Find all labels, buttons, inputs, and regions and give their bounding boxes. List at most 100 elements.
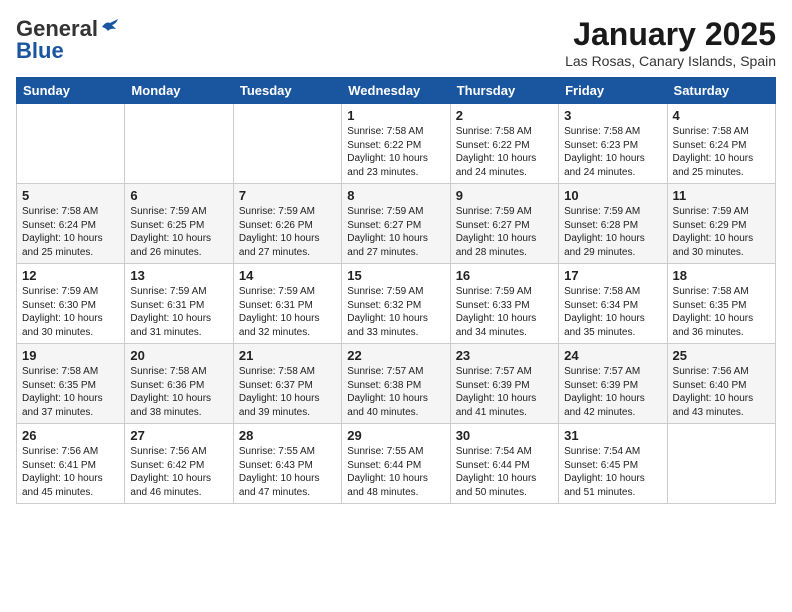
day-info: Sunrise: 7:59 AM Sunset: 6:26 PM Dayligh… <box>239 205 336 259</box>
day-number: 18 <box>673 268 770 283</box>
day-number: 17 <box>564 268 661 283</box>
day-info: Sunrise: 7:58 AM Sunset: 6:37 PM Dayligh… <box>239 365 336 419</box>
day-info: Sunrise: 7:56 AM Sunset: 6:42 PM Dayligh… <box>130 445 227 499</box>
weekday-header-monday: Monday <box>125 78 233 104</box>
calendar-cell: 9 Sunrise: 7:59 AM Sunset: 6:27 PM Daylig… <box>450 184 558 264</box>
day-info: Sunrise: 7:59 AM Sunset: 6:32 PM Dayligh… <box>347 285 444 339</box>
day-info: Sunrise: 7:59 AM Sunset: 6:33 PM Dayligh… <box>456 285 553 339</box>
day-info: Sunrise: 7:59 AM Sunset: 6:25 PM Dayligh… <box>130 205 227 259</box>
day-info: Sunrise: 7:56 AM Sunset: 6:40 PM Dayligh… <box>673 365 770 419</box>
day-info: Sunrise: 7:55 AM Sunset: 6:44 PM Dayligh… <box>347 445 444 499</box>
weekday-header-sunday: Sunday <box>17 78 125 104</box>
calendar-cell <box>125 104 233 184</box>
day-info: Sunrise: 7:58 AM Sunset: 6:22 PM Dayligh… <box>456 125 553 179</box>
calendar-cell: 27 Sunrise: 7:56 AM Sunset: 6:42 PM Dayli… <box>125 424 233 504</box>
page-header: General Blue January 2025 Las Rosas, Can… <box>16 16 776 69</box>
day-number: 26 <box>22 428 119 443</box>
day-number: 23 <box>456 348 553 363</box>
week-row-4: 19 Sunrise: 7:58 AM Sunset: 6:35 PM Dayli… <box>17 344 776 424</box>
day-number: 12 <box>22 268 119 283</box>
calendar-cell: 30 Sunrise: 7:54 AM Sunset: 6:44 PM Dayli… <box>450 424 558 504</box>
calendar-cell: 26 Sunrise: 7:56 AM Sunset: 6:41 PM Dayli… <box>17 424 125 504</box>
week-row-3: 12 Sunrise: 7:59 AM Sunset: 6:30 PM Dayli… <box>17 264 776 344</box>
day-info: Sunrise: 7:58 AM Sunset: 6:34 PM Dayligh… <box>564 285 661 339</box>
calendar-cell: 11 Sunrise: 7:59 AM Sunset: 6:29 PM Dayli… <box>667 184 775 264</box>
calendar-cell: 15 Sunrise: 7:59 AM Sunset: 6:32 PM Dayli… <box>342 264 450 344</box>
day-number: 9 <box>456 188 553 203</box>
day-info: Sunrise: 7:58 AM Sunset: 6:24 PM Dayligh… <box>673 125 770 179</box>
day-number: 31 <box>564 428 661 443</box>
day-info: Sunrise: 7:58 AM Sunset: 6:36 PM Dayligh… <box>130 365 227 419</box>
day-number: 19 <box>22 348 119 363</box>
weekday-header-friday: Friday <box>559 78 667 104</box>
day-info: Sunrise: 7:57 AM Sunset: 6:38 PM Dayligh… <box>347 365 444 419</box>
calendar-cell: 7 Sunrise: 7:59 AM Sunset: 6:26 PM Daylig… <box>233 184 341 264</box>
calendar-cell: 5Sunrise: 7:58 AM Sunset: 6:24 PM Daylig… <box>17 184 125 264</box>
calendar-cell: 10 Sunrise: 7:59 AM Sunset: 6:28 PM Dayli… <box>559 184 667 264</box>
day-number: 30 <box>456 428 553 443</box>
day-info: Sunrise: 7:59 AM Sunset: 6:27 PM Dayligh… <box>456 205 553 259</box>
day-info: Sunrise: 7:55 AM Sunset: 6:43 PM Dayligh… <box>239 445 336 499</box>
calendar-cell <box>17 104 125 184</box>
calendar-cell: 16 Sunrise: 7:59 AM Sunset: 6:33 PM Dayli… <box>450 264 558 344</box>
day-number: 7 <box>239 188 336 203</box>
day-info: Sunrise: 7:54 AM Sunset: 6:44 PM Dayligh… <box>456 445 553 499</box>
calendar-cell: 31Sunrise: 7:54 AM Sunset: 6:45 PM Dayli… <box>559 424 667 504</box>
day-number: 25 <box>673 348 770 363</box>
day-number: 22 <box>347 348 444 363</box>
day-info: Sunrise: 7:58 AM Sunset: 6:35 PM Dayligh… <box>22 365 119 419</box>
day-number: 20 <box>130 348 227 363</box>
calendar-title: January 2025 <box>565 16 776 53</box>
calendar-cell: 6 Sunrise: 7:59 AM Sunset: 6:25 PM Daylig… <box>125 184 233 264</box>
day-info: Sunrise: 7:58 AM Sunset: 6:23 PM Dayligh… <box>564 125 661 179</box>
calendar-cell: 1 Sunrise: 7:58 AM Sunset: 6:22 PM Daylig… <box>342 104 450 184</box>
week-row-5: 26 Sunrise: 7:56 AM Sunset: 6:41 PM Dayli… <box>17 424 776 504</box>
weekday-header-saturday: Saturday <box>667 78 775 104</box>
calendar-cell: 14Sunrise: 7:59 AM Sunset: 6:31 PM Dayli… <box>233 264 341 344</box>
calendar-cell: 21 Sunrise: 7:58 AM Sunset: 6:37 PM Dayli… <box>233 344 341 424</box>
day-info: Sunrise: 7:58 AM Sunset: 6:35 PM Dayligh… <box>673 285 770 339</box>
day-number: 11 <box>673 188 770 203</box>
weekday-header-row: SundayMondayTuesdayWednesdayThursdayFrid… <box>17 78 776 104</box>
day-number: 1 <box>347 108 444 123</box>
day-number: 21 <box>239 348 336 363</box>
day-info: Sunrise: 7:57 AM Sunset: 6:39 PM Dayligh… <box>564 365 661 419</box>
calendar-cell: 12 Sunrise: 7:59 AM Sunset: 6:30 PM Dayli… <box>17 264 125 344</box>
day-number: 5 <box>22 188 119 203</box>
weekday-header-wednesday: Wednesday <box>342 78 450 104</box>
week-row-1: 1 Sunrise: 7:58 AM Sunset: 6:22 PM Daylig… <box>17 104 776 184</box>
calendar-cell: 8Sunrise: 7:59 AM Sunset: 6:27 PM Daylig… <box>342 184 450 264</box>
day-info: Sunrise: 7:59 AM Sunset: 6:27 PM Dayligh… <box>347 205 444 259</box>
day-info: Sunrise: 7:56 AM Sunset: 6:41 PM Dayligh… <box>22 445 119 499</box>
day-number: 16 <box>456 268 553 283</box>
calendar-cell <box>233 104 341 184</box>
day-info: Sunrise: 7:59 AM Sunset: 6:30 PM Dayligh… <box>22 285 119 339</box>
day-number: 29 <box>347 428 444 443</box>
calendar-cell: 23Sunrise: 7:57 AM Sunset: 6:39 PM Dayli… <box>450 344 558 424</box>
day-number: 27 <box>130 428 227 443</box>
weekday-header-thursday: Thursday <box>450 78 558 104</box>
day-number: 15 <box>347 268 444 283</box>
logo: General Blue <box>16 16 120 64</box>
week-row-2: 5Sunrise: 7:58 AM Sunset: 6:24 PM Daylig… <box>17 184 776 264</box>
day-info: Sunrise: 7:59 AM Sunset: 6:31 PM Dayligh… <box>130 285 227 339</box>
day-number: 4 <box>673 108 770 123</box>
day-info: Sunrise: 7:58 AM Sunset: 6:22 PM Dayligh… <box>347 125 444 179</box>
calendar-cell: 2Sunrise: 7:58 AM Sunset: 6:22 PM Daylig… <box>450 104 558 184</box>
day-info: Sunrise: 7:59 AM Sunset: 6:28 PM Dayligh… <box>564 205 661 259</box>
calendar-cell: 17 Sunrise: 7:58 AM Sunset: 6:34 PM Dayli… <box>559 264 667 344</box>
day-info: Sunrise: 7:59 AM Sunset: 6:31 PM Dayligh… <box>239 285 336 339</box>
calendar-cell: 13 Sunrise: 7:59 AM Sunset: 6:31 PM Dayli… <box>125 264 233 344</box>
day-number: 13 <box>130 268 227 283</box>
calendar-cell: 20 Sunrise: 7:58 AM Sunset: 6:36 PM Dayli… <box>125 344 233 424</box>
day-number: 6 <box>130 188 227 203</box>
day-number: 10 <box>564 188 661 203</box>
day-info: Sunrise: 7:59 AM Sunset: 6:29 PM Dayligh… <box>673 205 770 259</box>
calendar-cell: 28Sunrise: 7:55 AM Sunset: 6:43 PM Dayli… <box>233 424 341 504</box>
calendar-cell: 4 Sunrise: 7:58 AM Sunset: 6:24 PM Daylig… <box>667 104 775 184</box>
calendar-cell: 24Sunrise: 7:57 AM Sunset: 6:39 PM Dayli… <box>559 344 667 424</box>
weekday-header-tuesday: Tuesday <box>233 78 341 104</box>
calendar-cell: 22 Sunrise: 7:57 AM Sunset: 6:38 PM Dayli… <box>342 344 450 424</box>
logo-bird-icon <box>100 19 120 35</box>
calendar-table: SundayMondayTuesdayWednesdayThursdayFrid… <box>16 77 776 504</box>
